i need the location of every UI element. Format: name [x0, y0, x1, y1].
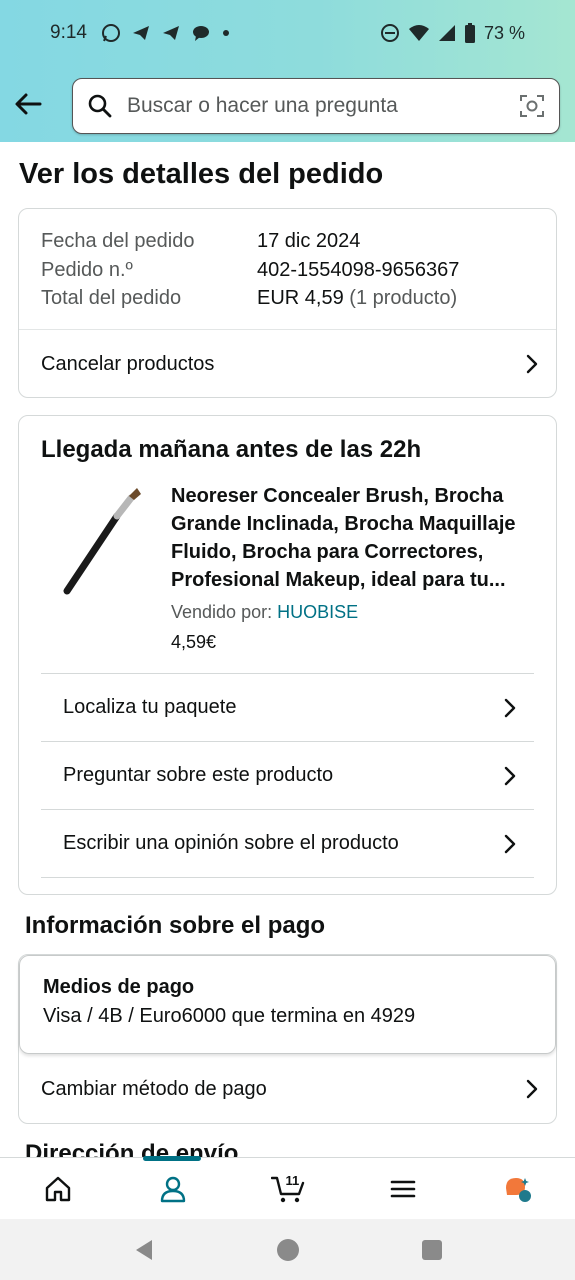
- system-nav-bar: [0, 1219, 575, 1280]
- battery-icon: [464, 23, 475, 43]
- shipment-card: Llegada mañana antes de las 22h Neoreser…: [18, 415, 557, 895]
- nav-account[interactable]: [115, 1156, 230, 1219]
- nav-menu[interactable]: [345, 1158, 460, 1219]
- order-number-label: Pedido n.º: [41, 258, 133, 281]
- telegram-icon: [132, 26, 149, 40]
- chevron-right-icon: [504, 834, 516, 853]
- system-home-icon[interactable]: [276, 1238, 300, 1262]
- chat-icon: [192, 26, 209, 41]
- order-total-count: (1 producto): [349, 287, 458, 309]
- search-input[interactable]: Buscar o hacer una pregunta: [127, 94, 519, 118]
- chevron-right-icon: [526, 354, 538, 374]
- write-review-label: Escribir una opinión sobre el producto: [63, 832, 399, 854]
- status-time: 9:14: [50, 22, 87, 43]
- divider: [41, 877, 534, 878]
- camera-search-icon[interactable]: [519, 93, 545, 119]
- nav-rufus[interactable]: [460, 1158, 575, 1219]
- menu-icon: [390, 1180, 415, 1197]
- payment-card: Medios de pago Visa / 4B / Euro6000 que …: [18, 954, 557, 1124]
- cancel-products-label: Cancelar productos: [41, 352, 215, 375]
- status-bar: 9:14 73 %: [50, 22, 525, 44]
- chevron-right-icon: [504, 698, 516, 717]
- product-price: 4,59€: [171, 632, 217, 652]
- chevron-right-icon: [504, 766, 516, 785]
- home-icon: [45, 1176, 70, 1201]
- search-bar[interactable]: Buscar o hacer una pregunta: [72, 78, 560, 134]
- signal-icon: [438, 25, 455, 41]
- nav-cart[interactable]: 11: [230, 1158, 345, 1219]
- order-date-row: Fecha del pedido 17 dic 2024: [41, 227, 534, 256]
- nav-home[interactable]: [0, 1158, 115, 1219]
- sold-by-label: Vendido por:: [171, 602, 273, 622]
- arrival-heading: Llegada mañana antes de las 22h: [41, 436, 422, 463]
- back-arrow-icon[interactable]: [12, 88, 44, 120]
- write-review-link[interactable]: Escribir una opinión sobre el producto: [41, 809, 534, 877]
- order-total-label: Total del pedido: [41, 287, 182, 309]
- shipment-actions: Localiza tu paquete Preguntar sobre este…: [41, 673, 534, 878]
- order-total-row: Total del pedido EUR 4,59 (1 producto): [41, 284, 534, 313]
- ask-about-product-label: Preguntar sobre este producto: [63, 764, 334, 786]
- wifi-icon: [408, 25, 429, 41]
- order-total-value: EUR 4,59: [257, 287, 344, 309]
- payment-section-title: Información sobre el pago: [25, 912, 326, 939]
- order-number-value: 402-1554098-9656367: [257, 258, 460, 281]
- rufus-icon: [505, 1177, 531, 1202]
- payment-card-line: Visa / 4B / Euro6000 que termina en 4929: [43, 1005, 416, 1027]
- top-bar: 9:14 73 % Buscar o hacer una pregunta: [0, 0, 575, 142]
- dnd-icon: [380, 24, 399, 42]
- system-back-icon[interactable]: [132, 1238, 156, 1262]
- whatsapp-icon: [101, 24, 120, 42]
- telegram-icon: [162, 26, 179, 40]
- dot-icon: [222, 30, 229, 36]
- payment-methods-heading: Medios de pago: [43, 976, 195, 998]
- payment-methods-box: Medios de pago Visa / 4B / Euro6000 que …: [19, 955, 556, 1054]
- search-icon: [88, 94, 112, 118]
- bottom-nav: 11: [0, 1156, 575, 1219]
- order-summary-card: Fecha del pedido 17 dic 2024 Pedido n.º …: [18, 208, 557, 398]
- sold-by: Vendido por: HUOBISE: [171, 602, 358, 623]
- track-package-label: Localiza tu paquete: [63, 696, 237, 718]
- cancel-products-link[interactable]: Cancelar productos: [41, 330, 540, 398]
- battery-level: 73 %: [483, 22, 525, 43]
- change-payment-label: Cambiar método de pago: [41, 1077, 267, 1100]
- order-number-row: Pedido n.º 402-1554098-9656367: [41, 256, 534, 285]
- cart-count: 11: [285, 1173, 300, 1188]
- seller-link[interactable]: HUOBISE: [277, 602, 358, 622]
- change-payment-link[interactable]: Cambiar método de pago: [41, 1055, 540, 1123]
- order-date-label: Fecha del pedido: [41, 230, 195, 252]
- account-icon: [160, 1176, 185, 1202]
- chevron-right-icon: [526, 1079, 538, 1099]
- track-package-link[interactable]: Localiza tu paquete: [41, 673, 534, 741]
- ask-about-product-link[interactable]: Preguntar sobre este producto: [41, 741, 534, 809]
- page-title: Ver los detalles del pedido: [19, 158, 384, 190]
- product-image[interactable]: [57, 486, 147, 606]
- order-date-value: 17 dic 2024: [257, 230, 361, 252]
- system-recents-icon[interactable]: [420, 1238, 444, 1262]
- product-title[interactable]: Neoreser Concealer Brush, Brocha Grande …: [171, 482, 541, 594]
- active-tab-indicator: [143, 1156, 201, 1161]
